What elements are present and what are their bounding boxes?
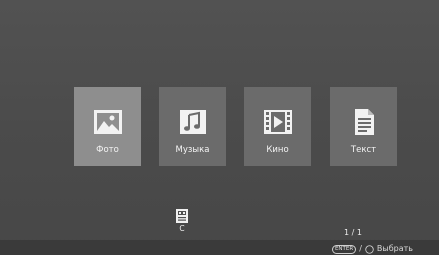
enter-key-icon: ENTER [331, 244, 357, 254]
media-browser-screen: Фото Музыка Кино Текст C 1 / 1 ENTER / В… [0, 0, 439, 255]
ok-circle-icon [365, 244, 374, 254]
hint-separator: / [359, 244, 362, 253]
menu-item-label: Кино [266, 145, 289, 155]
menu-item-label: Музыка [175, 145, 210, 155]
device-label: C [179, 224, 185, 233]
page-counter: 1 / 1 [344, 228, 362, 237]
menu-item-video[interactable]: Кино [244, 87, 311, 166]
photo-icon [93, 110, 122, 134]
menu-item-label: Фото [96, 145, 119, 155]
key-hint: ENTER / Выбрать [331, 244, 413, 254]
menu-item-photo[interactable]: Фото [74, 87, 141, 166]
menu-item-text[interactable]: Текст [330, 87, 397, 166]
menu-item-label: Текст [350, 145, 377, 155]
music-note-icon [179, 110, 206, 134]
film-icon [263, 110, 292, 134]
hint-select-label: Выбрать [376, 244, 413, 253]
text-document-icon [354, 109, 374, 135]
menu-item-music[interactable]: Музыка [159, 87, 226, 166]
device-selector-usb[interactable]: C [170, 208, 194, 233]
usb-drive-icon [176, 209, 188, 223]
